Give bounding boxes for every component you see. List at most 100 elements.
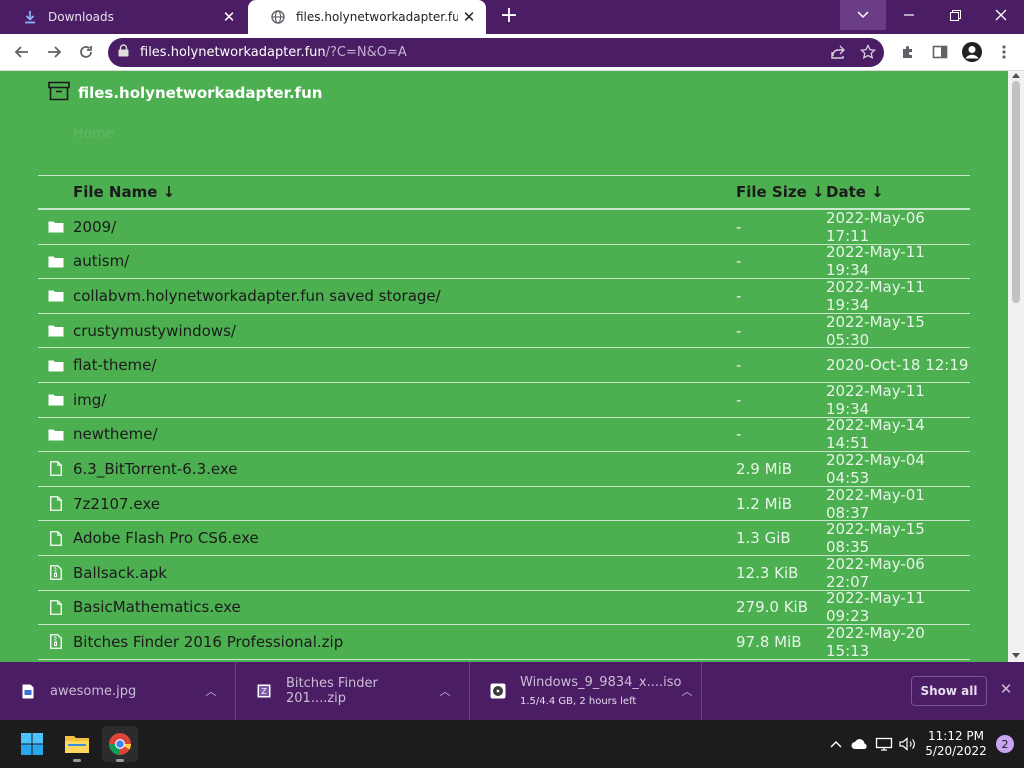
network-icon[interactable] [872,732,896,756]
close-window-button[interactable] [978,0,1024,30]
table-row[interactable]: BasicMathematics.exe 279.0 KiB 2022-May-11… [38,589,970,625]
file-size: - [736,321,742,340]
file-date: 2022-May-14 14:51 [826,416,925,453]
archive-box-icon [48,81,70,105]
arrow-left-icon [14,46,28,58]
show-all-downloads-button[interactable]: Show all [911,676,987,706]
restore-icon [949,9,961,21]
file-name-link[interactable]: BasicMathematics.exe [73,598,736,616]
site-title[interactable]: files.holynetworkadapter.fun [78,84,322,102]
chevron-up-icon[interactable]: ︿ [435,683,455,699]
table-row[interactable]: img/- 2022-May-11 19:34 [38,382,970,418]
tab-search-button[interactable] [840,0,886,30]
folder-icon [38,289,73,302]
file-icon [38,461,73,477]
lock-icon[interactable] [118,44,130,61]
chrome-taskbar-button[interactable] [102,726,138,762]
column-header-name[interactable]: File Name ↓ [73,183,736,201]
chevron-up-icon[interactable] [824,732,848,756]
tab-title: Downloads [48,10,114,24]
file-name-link[interactable]: 7z2107.exe [73,495,736,513]
file-name-link[interactable]: collabvm.holynetworkadapter.fun saved st… [73,287,736,305]
file-size: 2.9 MiB [736,459,793,478]
omnibox-actions [830,43,877,64]
volume-icon[interactable] [896,732,920,756]
file-explorer-button[interactable] [59,726,95,762]
close-icon[interactable]: ✕ [996,680,1016,700]
column-header-size[interactable]: File Size ↓ [736,183,826,201]
table-row[interactable]: Adobe Flash Pro CS6.exe 1.3 GiB 2022-May-1… [38,520,970,556]
reload-icon [80,46,92,58]
close-icon[interactable]: ✕ [218,6,240,28]
table-row[interactable]: Bitches Finder 2016 Professional.zip 97.8… [38,623,970,660]
download-shelf: awesome.jpg ︿ Z Bitches Finder 201....zi… [0,662,1024,720]
chevron-up-icon[interactable]: ︿ [681,683,692,699]
file-name-link[interactable]: 6.3_BitTorrent-6.3.exe [73,460,736,478]
table-row[interactable]: 7z2107.exe 1.2 MiB 2022-May-01 08:37 [38,486,970,522]
back-button[interactable] [8,38,36,66]
windows-logo-icon [21,733,43,755]
minimize-icon [904,14,914,16]
breadcrumb-home[interactable]: Home [73,126,114,142]
share-icon[interactable] [830,44,846,64]
scroll-up-arrow-icon[interactable] [1012,73,1020,78]
minimize-button[interactable] [886,0,932,30]
download-item[interactable]: Z Bitches Finder 201....zip ︿ [236,662,470,720]
table-body: 2009/-2022-May-06 17:11 autism/-2022-May-… [38,209,970,660]
file-size: 279.0 KiB [736,598,809,617]
forward-button[interactable] [40,38,68,66]
file-date: 2022-May-20 15:13 [826,623,925,660]
new-tab-button[interactable]: + [496,4,522,30]
scroll-down-arrow-icon[interactable] [1012,653,1020,658]
tab-downloads[interactable]: Downloads ✕ [0,0,246,34]
menu-kebab-icon[interactable] [990,38,1018,66]
file-name-link[interactable]: Ballsack.apk [73,564,736,582]
notification-badge[interactable]: 2 [996,735,1014,753]
file-date: 2022-May-15 05:30 [826,312,925,349]
file-size: 1.2 MiB [736,494,793,513]
column-header-date[interactable]: Date ↓ [826,183,970,201]
close-icon[interactable]: ✕ [458,6,480,28]
download-item[interactable]: Windows_9_9834_x....iso 1.5/4.4 GB, 2 ho… [470,662,702,720]
page-scrollbar[interactable] [1008,71,1024,662]
folder-icon [65,736,89,753]
scrollbar-thumb[interactable] [1012,81,1020,303]
file-date: 2022-May-06 22:07 [826,554,925,591]
file-size: 97.8 MiB [736,632,802,651]
file-name-link[interactable]: Bitches Finder 2016 Professional.zip [73,633,736,651]
tab-files-site[interactable]: files.holynetworkadapter.fun ✕ [248,0,486,34]
table-row[interactable]: 6.3_BitTorrent-6.3.exe 2.9 MiB 2022-May-04… [38,451,970,487]
file-name-link[interactable]: flat-theme/ [73,356,736,374]
file-icon [38,530,73,546]
address-bar[interactable]: files.holynetworkadapter.fun/?C=N&O=A [108,38,884,67]
url-path: /?C=N&O=A [325,45,407,60]
table-row[interactable]: crustymustywindows/- 2022-May-15 05:30 [38,312,970,349]
file-name-link[interactable]: Adobe Flash Pro CS6.exe [73,529,736,547]
profile-avatar-icon[interactable] [958,38,986,66]
taskbar-clock[interactable]: 11:12 PM 5/20/2022 [920,729,992,759]
file-name-link[interactable]: img/ [73,391,736,409]
folder-icon [38,428,73,441]
file-name-link[interactable]: crustymustywindows/ [73,322,736,340]
bookmark-star-icon[interactable] [859,43,877,64]
restore-button[interactable] [932,0,978,30]
file-name-link[interactable]: 2009/ [73,218,736,236]
file-name-link[interactable]: newtheme/ [73,425,736,443]
chevron-up-icon[interactable]: ︿ [201,683,221,699]
table-row[interactable]: autism/- 2022-May-11 19:34 [38,243,970,279]
extensions-icon[interactable] [894,38,922,66]
file-name-link[interactable]: autism/ [73,252,736,270]
side-panel-icon[interactable] [926,38,954,66]
browser-titlebar: Downloads ✕ files.holynetworkadapter.fun… [0,0,1024,34]
archive-file-icon [38,634,73,650]
download-item[interactable]: awesome.jpg ︿ [0,662,236,720]
start-button[interactable] [14,726,50,762]
table-row[interactable]: 2009/- 2022-May-06 17:11 [38,209,970,245]
table-row[interactable]: collabvm.holynetworkadapter.fun saved st… [38,278,970,314]
onedrive-cloud-icon[interactable] [848,732,872,756]
clock-time: 11:12 PM [928,729,984,743]
table-row[interactable]: flat-theme/- 2020-Oct-18 12:19 [38,348,970,383]
table-row[interactable]: newtheme/- 2022-May-14 14:51 [38,416,970,453]
table-row[interactable]: Ballsack.apk 12.3 KiB 2022-May-06 22:07 [38,554,970,591]
reload-button[interactable] [72,38,100,66]
